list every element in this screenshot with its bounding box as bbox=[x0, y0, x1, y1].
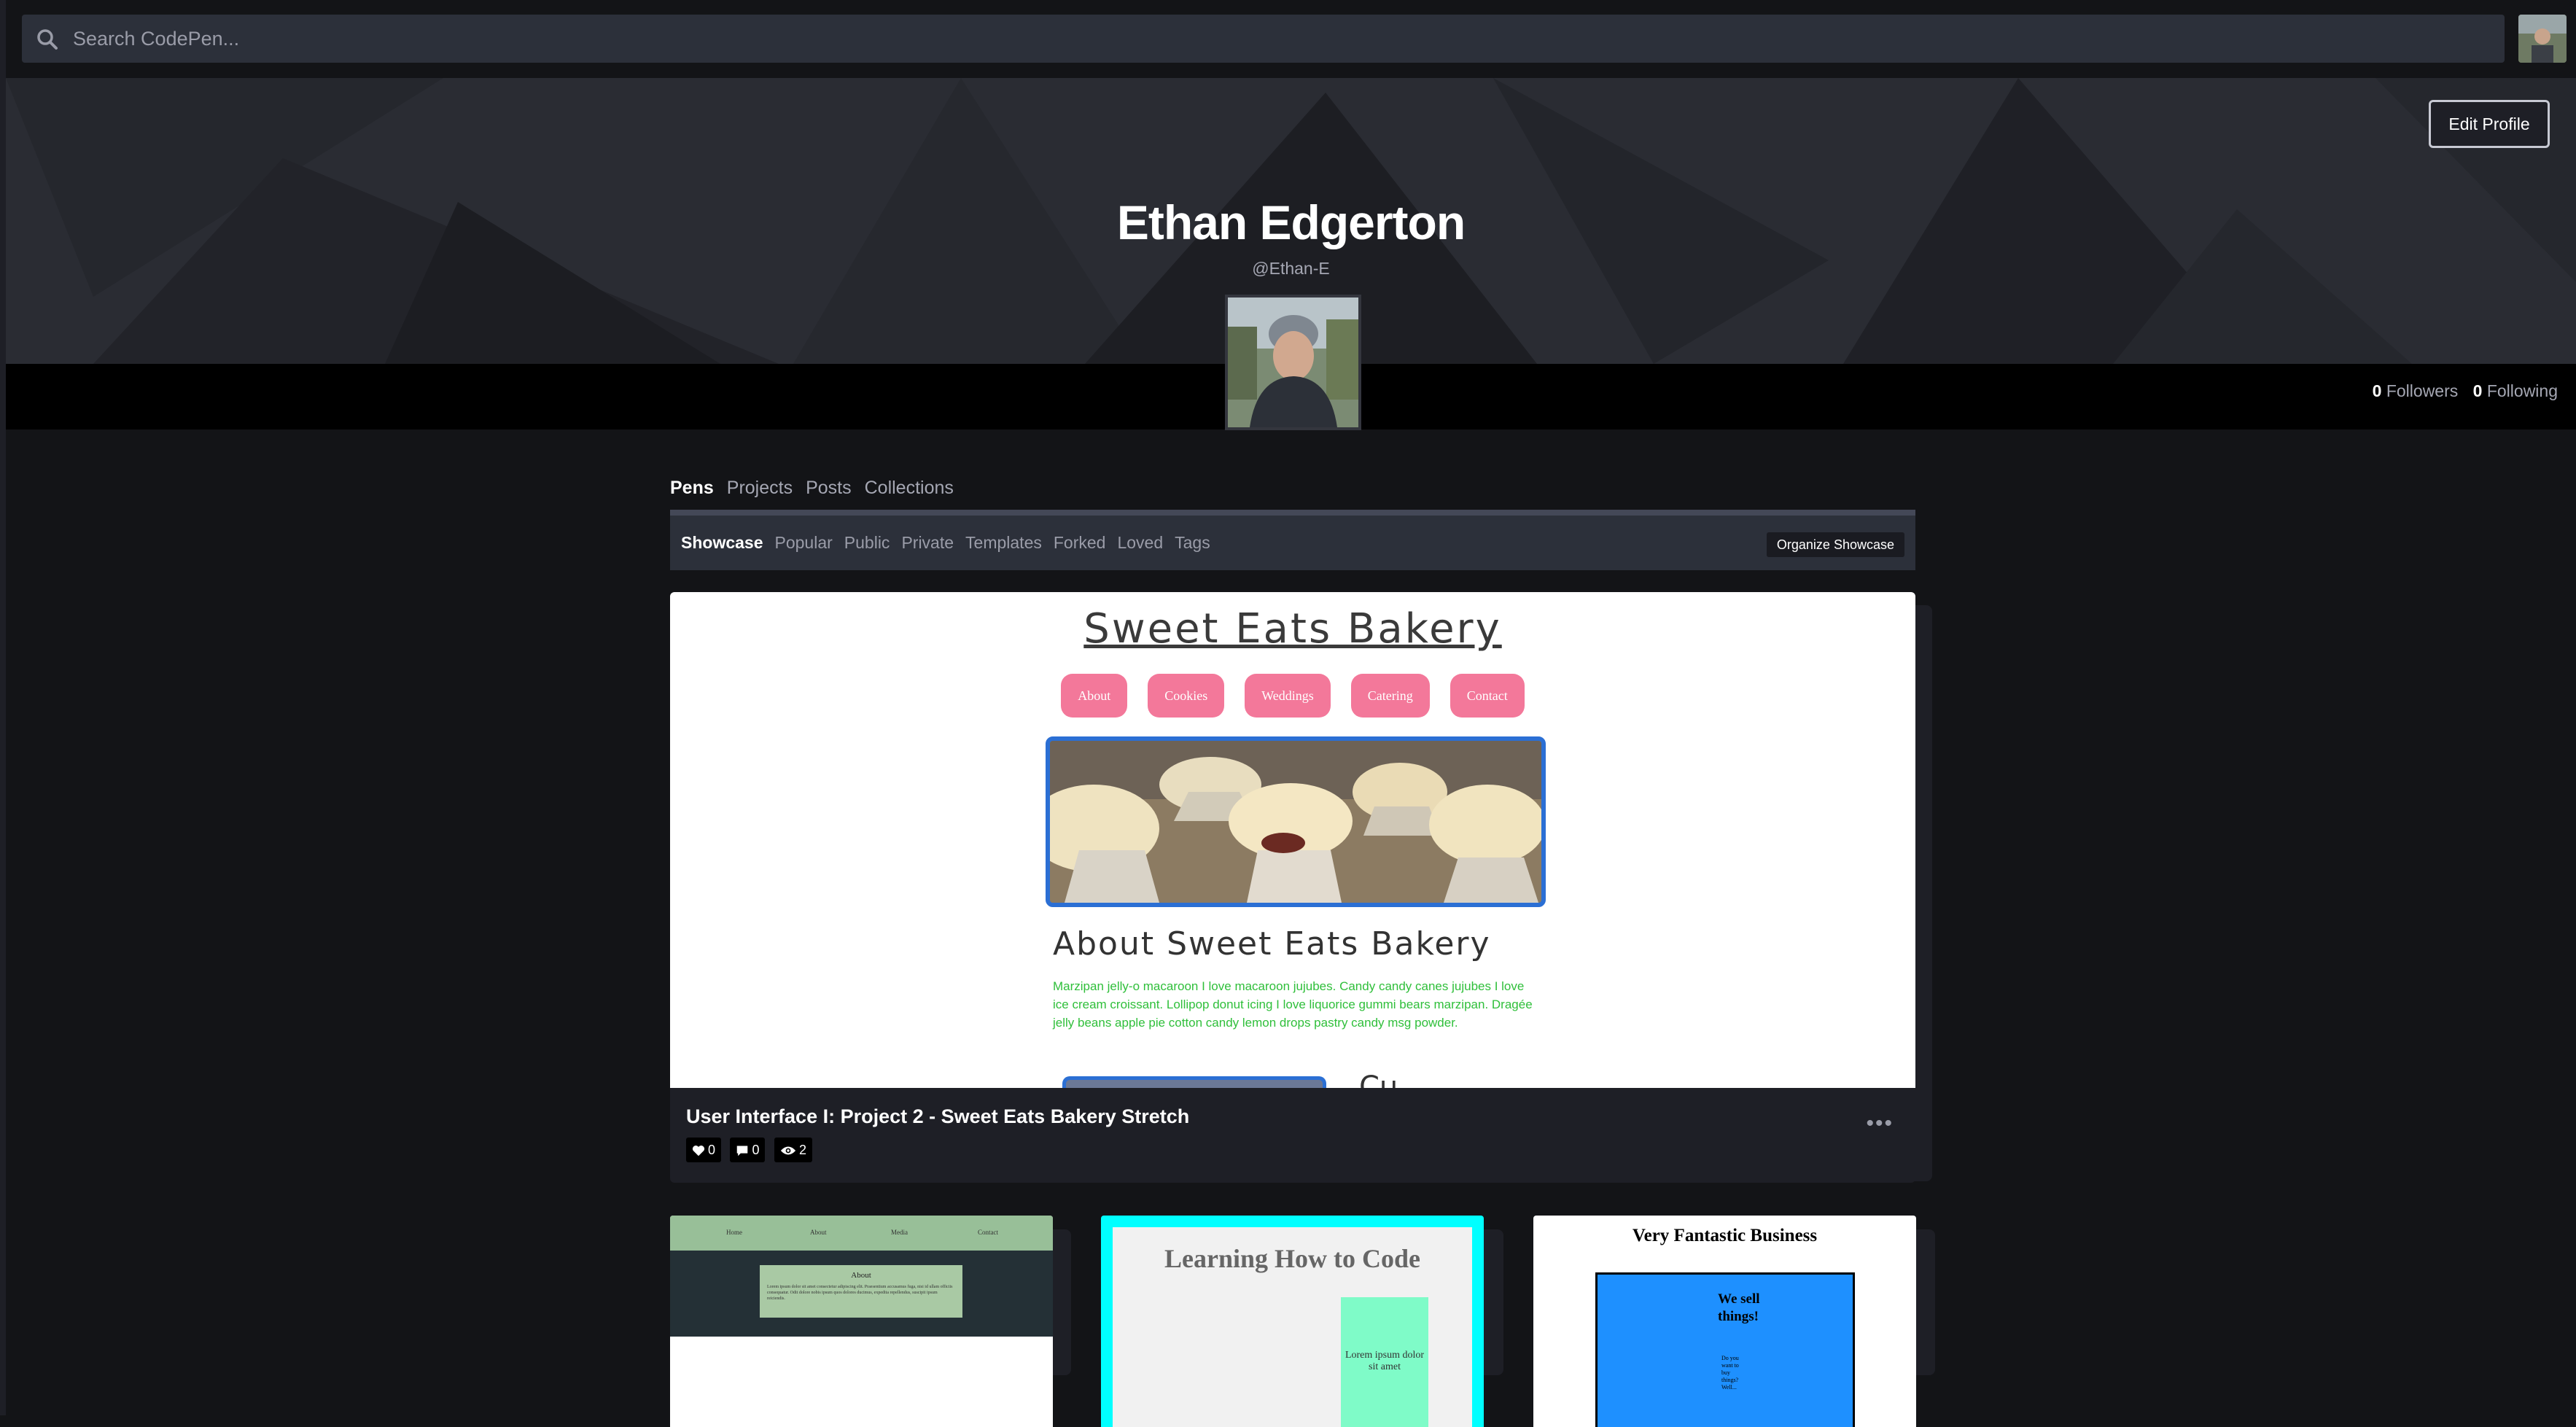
thumb-nav: Home About Media Contact bbox=[670, 1216, 1053, 1251]
followers-link[interactable]: 0 Followers bbox=[2373, 381, 2459, 400]
more-dots-icon[interactable]: ••• bbox=[1866, 1111, 1894, 1136]
thumb-dark-section: About Lorem ipsum dolor sit amet consect… bbox=[670, 1251, 1053, 1337]
subnav-showcase[interactable]: Showcase bbox=[681, 533, 763, 552]
tab-posts[interactable]: Posts bbox=[806, 478, 852, 498]
pen-title[interactable]: User Interface I: Project 2 - Sweet Eats… bbox=[686, 1105, 1189, 1128]
preview-nav-item: Contact bbox=[1450, 674, 1525, 718]
thumb-heading: Very Fantastic Business bbox=[1632, 1226, 1818, 1245]
comment-icon bbox=[737, 1146, 748, 1156]
profile-name: Ethan Edgerton bbox=[1116, 195, 1466, 249]
thumb-heading: Learning How to Code bbox=[1164, 1244, 1420, 1273]
profile-avatar bbox=[1225, 295, 1361, 430]
following-link[interactable]: 0 Following bbox=[2473, 381, 2558, 400]
subnav-forked[interactable]: Forked bbox=[1054, 533, 1106, 552]
user-avatar[interactable] bbox=[2518, 15, 2567, 63]
edit-profile-button[interactable]: Edit Profile bbox=[2429, 100, 2550, 148]
top-bar: Search CodePen... bbox=[6, 0, 2576, 78]
search-input[interactable]: Search CodePen... bbox=[22, 15, 2505, 63]
thumb-column: Lorem ipsum dolor sit amet bbox=[1341, 1297, 1428, 1427]
profile-tabs: Pens Projects Posts Collections bbox=[670, 478, 967, 499]
preview-nav-item: About bbox=[1061, 674, 1128, 718]
pen-thumbnail-1[interactable]: Home About Media Contact About Lorem ips… bbox=[670, 1216, 1053, 1427]
follow-stats: 0 Followers 0 Following bbox=[2362, 381, 2558, 401]
preview-about-heading: About Sweet Eats Bakery bbox=[1053, 925, 1491, 963]
tab-projects[interactable]: Projects bbox=[727, 478, 793, 498]
preview-nav-item: Cookies bbox=[1148, 674, 1225, 718]
preview-second-image bbox=[1062, 1076, 1326, 1088]
thumb-about-box: About Lorem ipsum dolor sit amet consect… bbox=[760, 1265, 962, 1318]
subnav-popular[interactable]: Popular bbox=[775, 533, 833, 552]
subnav-templates[interactable]: Templates bbox=[965, 533, 1042, 552]
like-button[interactable]: 0 bbox=[686, 1138, 722, 1162]
search-placeholder: Search CodePen... bbox=[73, 28, 240, 50]
eye-icon bbox=[780, 1146, 796, 1155]
comments-button[interactable]: 0 bbox=[730, 1138, 766, 1162]
preview-nav-item: Catering bbox=[1350, 674, 1430, 718]
subnav-private[interactable]: Private bbox=[901, 533, 954, 552]
tab-pens[interactable]: Pens bbox=[670, 478, 714, 498]
subnav-tags[interactable]: Tags bbox=[1175, 533, 1210, 552]
pen-stats: 0 0 2 bbox=[686, 1138, 818, 1162]
organize-showcase-button[interactable]: Organize Showcase bbox=[1766, 532, 1904, 557]
pen-preview[interactable]: Sweet Eats Bakery About Cookies Weddings Ca… bbox=[670, 592, 1915, 1088]
preview-title: Sweet Eats Bakery bbox=[1083, 605, 1502, 653]
featured-pen-card: Sweet Eats Bakery About Cookies Weddings Ca… bbox=[670, 592, 1915, 1183]
preview-nav-item: Weddings bbox=[1245, 674, 1331, 718]
subnav-public[interactable]: Public bbox=[844, 533, 890, 552]
search-icon bbox=[37, 29, 58, 50]
pens-subnav: Showcase Popular Public Private Templates For… bbox=[670, 510, 1915, 570]
pen-thumbnail-3[interactable]: Very Fantastic Business We sell things! … bbox=[1533, 1216, 1916, 1427]
thumb-blue-box: We sell things! Do you want to buy thing… bbox=[1595, 1272, 1855, 1427]
profile-handle[interactable]: @Ethan-E bbox=[6, 259, 2576, 279]
views-button[interactable]: 2 bbox=[774, 1138, 812, 1162]
preview-second-heading: Cu... bbox=[1359, 1070, 1426, 1088]
tab-collections[interactable]: Collections bbox=[865, 478, 954, 498]
preview-about-text: Marzipan jelly-o macaroon I love macaroo… bbox=[1053, 979, 1533, 1030]
left-rail bbox=[0, 0, 6, 1415]
pen-thumbnail-2[interactable]: Learning How to Code Lorem ipsum dolor s… bbox=[1101, 1216, 1484, 1427]
cupcakes-image bbox=[1046, 736, 1546, 907]
preview-nav: About Cookies Weddings Catering Contact bbox=[670, 674, 1915, 718]
subnav-loved[interactable]: Loved bbox=[1117, 533, 1163, 552]
heart-icon bbox=[692, 1146, 705, 1156]
